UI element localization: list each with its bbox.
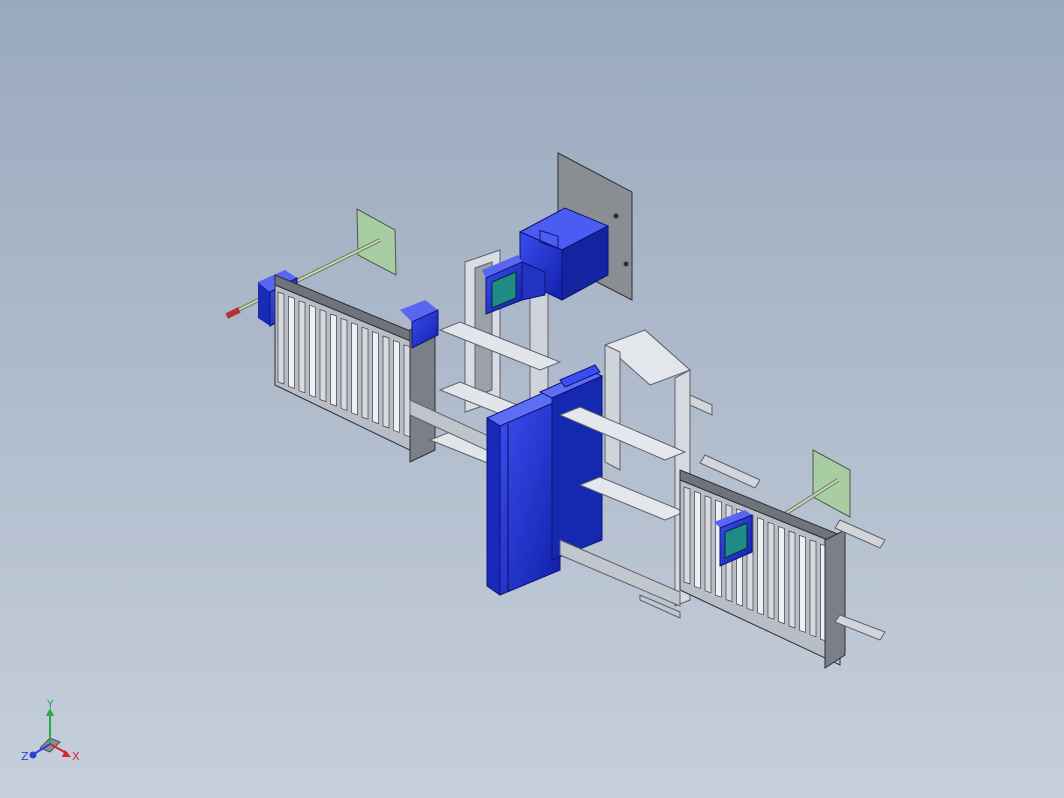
module-column bbox=[767, 521, 775, 620]
module-column bbox=[382, 335, 390, 429]
module-column bbox=[340, 317, 348, 411]
module-column bbox=[393, 339, 400, 433]
module-column bbox=[683, 486, 691, 585]
module-column bbox=[309, 304, 316, 398]
module-column bbox=[757, 517, 764, 616]
module-column bbox=[372, 331, 379, 425]
module-column bbox=[277, 291, 285, 385]
module-column bbox=[330, 313, 337, 407]
z-axis-arrow bbox=[29, 743, 51, 759]
module-column bbox=[799, 534, 806, 633]
module-column bbox=[361, 326, 369, 420]
module-column bbox=[288, 295, 295, 389]
module-column bbox=[694, 490, 701, 589]
module-column bbox=[319, 309, 327, 403]
assembly-model[interactable] bbox=[0, 0, 1064, 798]
module-column bbox=[788, 530, 796, 629]
y-axis-arrow bbox=[46, 708, 54, 744]
x-axis-arrow bbox=[49, 743, 71, 757]
module-column bbox=[403, 344, 411, 438]
module-column bbox=[704, 495, 712, 594]
right-module-rack[interactable] bbox=[679, 454, 886, 669]
module-column bbox=[778, 526, 785, 625]
module-column bbox=[351, 322, 358, 416]
view-orientation-triad[interactable]: Y X Z bbox=[18, 700, 88, 770]
x-axis-label: X bbox=[72, 750, 80, 763]
graphics-viewport[interactable]: Y X Z bbox=[0, 0, 1064, 798]
module-column bbox=[809, 539, 817, 638]
y-axis-label: Y bbox=[46, 700, 54, 711]
module-column bbox=[298, 300, 306, 394]
front-control-cabinet[interactable] bbox=[485, 391, 562, 596]
z-axis-label: Z bbox=[21, 750, 29, 763]
left-module-rack[interactable] bbox=[274, 274, 436, 463]
